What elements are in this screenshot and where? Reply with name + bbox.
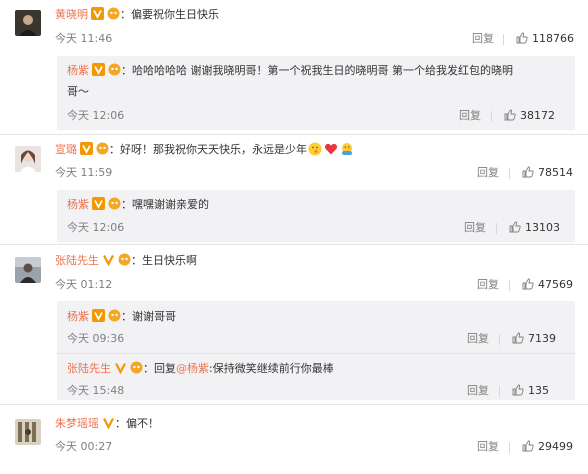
like-button[interactable]: 7139 [512, 331, 556, 347]
reply-thread: 杨紫 ：哈哈哈哈哈 谢谢我晓明哥！第一个祝我生日的晓明哥 第一个给我发红包的晓明 … [57, 56, 575, 130]
separator [509, 442, 510, 453]
like-button[interactable]: 135 [512, 383, 549, 399]
username[interactable]: 杨紫 [67, 198, 89, 211]
separator [499, 386, 500, 397]
thumb-up-icon [522, 166, 534, 178]
reply-button[interactable]: 回复 [477, 165, 499, 181]
separator [496, 223, 497, 234]
separator [509, 280, 510, 291]
separator [491, 111, 492, 122]
username[interactable]: 杨紫 [67, 64, 89, 77]
username[interactable]: 杨紫 [67, 310, 89, 323]
reply-text: :保持微笑继续前行你最棒 [209, 362, 334, 375]
separator [509, 168, 510, 179]
level-badge-icon [118, 253, 131, 266]
reply-button[interactable]: 回复 [477, 277, 499, 293]
timestamp: 今天 12:06 [67, 109, 125, 122]
reply-text: ：谢谢哥哥 [121, 310, 176, 323]
username[interactable]: 宣璐 [55, 143, 77, 156]
reply-text: ：哈哈哈哈哈 谢谢我晓明哥！第一个祝我生日的晓明哥 第一个给我发红包的晓明 [121, 64, 513, 77]
level-badge-icon [130, 361, 143, 374]
reply-button[interactable]: 回复 [459, 108, 481, 124]
separator [499, 334, 500, 345]
reply-text-continued: 哥～ [67, 85, 89, 98]
comment-text: ：偏要祝你生日快乐 [120, 8, 219, 21]
timestamp: 今天 12:06 [67, 221, 125, 234]
timestamp: 今天 09:36 [67, 332, 125, 345]
reply-button[interactable]: 回复 [472, 31, 494, 47]
thumb-up-icon [504, 109, 516, 121]
like-count: 29499 [538, 440, 573, 453]
reply-divider [57, 353, 575, 354]
username[interactable]: 张陆先生 [55, 254, 99, 267]
like-button[interactable]: 29499 [522, 439, 573, 455]
like-button[interactable]: 78514 [522, 165, 573, 181]
avatar[interactable] [15, 10, 41, 36]
reply-button[interactable]: 回复 [464, 220, 486, 236]
timestamp: 今天 11:46 [55, 32, 113, 45]
username[interactable]: 张陆先生 [67, 362, 111, 375]
like-button[interactable]: 118766 [516, 31, 574, 47]
reply-thread: 杨紫 ：谢谢哥哥 今天 09:36 回复 7139 张陆先生 ：回复@杨紫:保持微笑… [57, 301, 575, 400]
separator [503, 34, 504, 45]
timestamp: 今天 11:59 [55, 166, 113, 179]
reply-text: ：回复 [143, 362, 176, 375]
level-badge-icon [108, 63, 121, 76]
verified-v-icon [102, 253, 115, 266]
like-count: 118766 [532, 32, 574, 45]
timestamp: 今天 15:48 [67, 384, 125, 397]
thumb-up-icon [522, 278, 534, 290]
avatar[interactable] [15, 257, 41, 283]
level-badge-icon [108, 309, 121, 322]
reply-text: ：嘿嘿谢谢亲爱的 [121, 198, 209, 211]
timestamp: 今天 01:12 [55, 278, 113, 291]
like-count: 13103 [525, 221, 560, 234]
comment-text: ：好呀！那我祝你天天快乐，永远是少年 [109, 143, 307, 156]
like-count: 7139 [528, 332, 556, 345]
comment-text: ：偏不！ [115, 417, 159, 430]
thumb-up-icon [512, 332, 524, 344]
verified-v-icon [102, 416, 115, 429]
verified-v-icon [92, 197, 105, 210]
comment: 张陆先生 ：生日快乐啊 今天 01:12 回复 47569 杨紫 ：谢谢哥哥 今天 … [0, 245, 588, 405]
like-count: 135 [528, 384, 549, 397]
reply-thread: 杨紫 ：嘿嘿谢谢亲爱的 今天 12:06 回复 13103 [57, 190, 575, 242]
comment: 朱梦瑶瑶 ：偏不！ 今天 00:27 回复 29499 [0, 405, 588, 474]
reply-button[interactable]: 回复 [477, 439, 499, 455]
username[interactable]: 朱梦瑶瑶 [55, 417, 99, 430]
kiss-emoji-icon [308, 142, 322, 156]
reply-button[interactable]: 回复 [467, 331, 489, 347]
like-count: 38172 [520, 109, 555, 122]
thumb-up-icon [516, 32, 528, 44]
hug-emoji-icon [340, 142, 354, 156]
verified-v-icon [92, 309, 105, 322]
like-button[interactable]: 13103 [509, 220, 560, 236]
thumb-up-icon [522, 440, 534, 452]
level-badge-icon [108, 197, 121, 210]
thumb-up-icon [509, 221, 521, 233]
verified-v-icon [114, 361, 127, 374]
heart-emoji-icon [324, 142, 338, 156]
timestamp: 今天 00:27 [55, 440, 113, 453]
avatar[interactable] [15, 419, 41, 445]
level-badge-icon [107, 7, 120, 20]
like-button[interactable]: 47569 [522, 277, 573, 293]
mention-link[interactable]: @杨紫 [176, 362, 209, 375]
comment: 宣璐 ：好呀！那我祝你天天快乐，永远是少年 今天 11:59 回复 78514 杨… [0, 135, 588, 245]
verified-v-icon [91, 7, 104, 20]
like-count: 47569 [538, 278, 573, 291]
like-button[interactable]: 38172 [504, 108, 555, 124]
level-badge-icon [96, 142, 109, 155]
comment: 黄晓明 ：偏要祝你生日快乐 今天 11:46 回复 118766 杨紫 ：哈哈哈哈哈… [0, 0, 588, 148]
thumb-up-icon [512, 384, 524, 396]
verified-v-icon [80, 142, 93, 155]
avatar[interactable] [15, 146, 41, 172]
like-count: 78514 [538, 166, 573, 179]
reply-button[interactable]: 回复 [467, 383, 489, 399]
username[interactable]: 黄晓明 [55, 8, 88, 21]
verified-v-icon [92, 63, 105, 76]
comment-text: ：生日快乐啊 [131, 254, 197, 267]
